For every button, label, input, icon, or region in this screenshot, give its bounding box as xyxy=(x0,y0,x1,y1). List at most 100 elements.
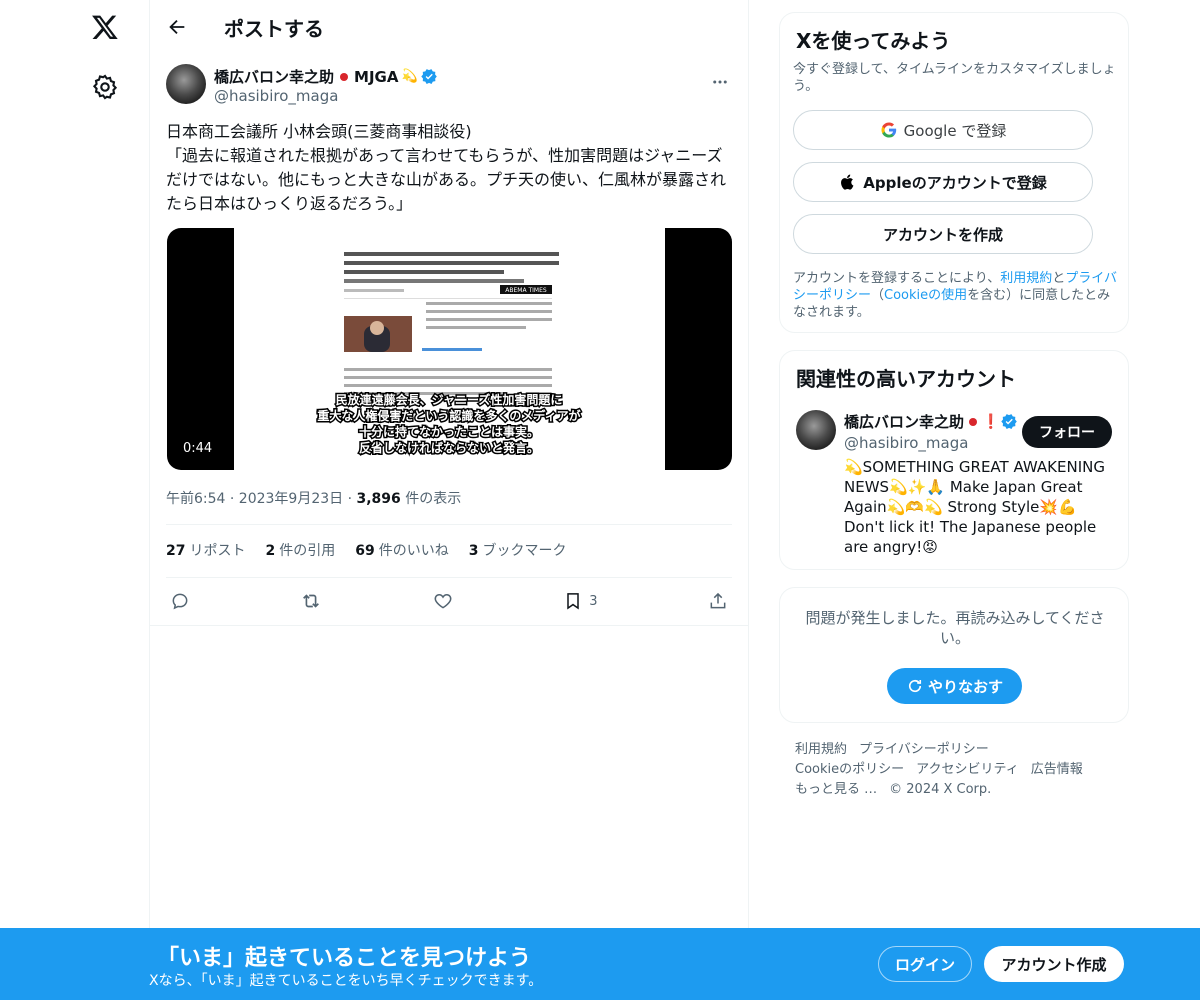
repost-icon xyxy=(303,594,320,608)
top-bar: ポストする xyxy=(150,0,748,54)
post-author: 橋広バロン幸之助 MJGA 💫 @hasibiro_maga xyxy=(166,64,732,108)
google-signup-label: Google で登録 xyxy=(903,121,1007,140)
create-account-button[interactable]: アカウントを作成 xyxy=(793,214,1093,254)
video-brand-label: ABEMA TIMES xyxy=(505,287,547,294)
google-signup-button[interactable]: Google で登録 xyxy=(793,110,1093,150)
like-button[interactable] xyxy=(433,588,453,614)
footer-link-terms[interactable]: 利用規約 xyxy=(795,742,847,757)
views-count: 3,896 xyxy=(356,491,401,507)
retry-label: やりなおす xyxy=(927,677,1003,696)
video-frame: ABEMA TIMES 民放連遠藤会長、ジャニーズ性加害問題に 重大な人権侵害だ… xyxy=(234,228,665,470)
related-bio: 💫SOMETHING GREAT AWAKENING NEWS💫✨🙏 Make … xyxy=(844,458,1105,556)
apple-signup-label: Appleのアカウントで登録 xyxy=(863,173,1047,192)
login-button[interactable]: ログイン xyxy=(878,946,972,982)
post-video[interactable]: ABEMA TIMES 民放連遠藤会長、ジャニーズ性加害問題に 重大な人権侵害だ… xyxy=(167,228,732,470)
footer-link-ads[interactable]: 広告情報 xyxy=(1031,762,1083,777)
verified-badge-icon xyxy=(420,69,437,84)
author-name[interactable]: 橋広バロン幸之助 MJGA 💫 xyxy=(214,66,438,87)
signup-subtitle: 今すぐ登録して、タイムラインをカスタマイズしましょう。 xyxy=(793,62,1116,94)
video-caption-line-1: 民放連遠藤会長、ジャニーズ性加害問題に xyxy=(336,392,563,407)
divider xyxy=(166,524,732,525)
author-display-name: 橋広バロン幸之助 xyxy=(214,68,335,86)
reposts-count: 27 xyxy=(166,543,186,559)
bookmarks-count: 3 xyxy=(468,543,479,559)
japan-flag-icon xyxy=(969,417,978,426)
verified-badge-icon xyxy=(1001,414,1018,429)
legal-text: アカウントを登録することにより、 xyxy=(793,271,1001,286)
terms-link[interactable]: 利用規約 xyxy=(1000,271,1052,286)
post-text: 日本商工会議所 小林会頭(三菱商事相談役) 「過去に報道された根拠があって言わせ… xyxy=(166,122,727,213)
banner-title: 「いま」起きていることを見つけよう xyxy=(157,946,532,971)
more-options-icon[interactable] xyxy=(708,70,732,94)
avatar[interactable] xyxy=(166,64,206,104)
google-icon xyxy=(881,122,896,138)
legal-text: （ xyxy=(871,288,885,303)
copyright: © 2024 X Corp. xyxy=(889,782,992,797)
video-caption-line-2: 重大な人権侵害だという認識を多くのメディアが xyxy=(317,408,580,423)
reposts-stat[interactable]: 27 リポスト xyxy=(166,540,245,560)
share-icon xyxy=(710,592,726,609)
likes-stat[interactable]: 69 件のいいね xyxy=(355,540,448,560)
signup-title: Xを使ってみよう xyxy=(796,29,951,53)
bookmark-action-count: 3 xyxy=(589,593,598,609)
divider xyxy=(166,577,732,578)
author-handle[interactable]: @hasibiro_maga xyxy=(214,87,338,105)
bookmark-icon xyxy=(567,593,580,610)
gear-icon[interactable] xyxy=(91,73,119,101)
legal-text: と xyxy=(1052,271,1066,286)
author-tag: MJGA xyxy=(354,67,399,86)
signup-legal: アカウントを登録することにより、利用規約とプライバシーポリシー（Cookieの使… xyxy=(793,270,1123,321)
repost-button[interactable] xyxy=(300,588,322,614)
video-thumbnail: ABEMA TIMES 民放連遠藤会長、ジャニーズ性加害問題に 重大な人権侵害だ… xyxy=(316,252,582,457)
likes-count: 69 xyxy=(355,543,375,559)
related-avatar[interactable] xyxy=(796,410,836,450)
footer-link-accessibility[interactable]: アクセシビリティ xyxy=(916,762,1019,777)
related-title: 関連性の高いアカウント xyxy=(796,367,1016,391)
apple-signup-button[interactable]: Appleのアカウントで登録 xyxy=(793,162,1093,202)
bookmark-button[interactable]: 3 xyxy=(563,588,598,614)
video-caption-line-4: 反省しなければならないと発言。 xyxy=(359,440,539,455)
exclamation-icon: ❗ xyxy=(982,413,1000,430)
reposts-label: リポスト xyxy=(189,543,246,559)
refresh-icon xyxy=(908,679,922,693)
main-column: ポストする 橋広バロン幸之助 MJGA 💫 @hasibiro_maga 日本商… xyxy=(149,0,749,1000)
error-card: 問題が発生しました。再読み込みしてください。 やりなおす xyxy=(779,587,1129,723)
bookmarks-label: ブックマーク xyxy=(482,543,567,559)
heart-icon xyxy=(434,593,452,609)
banner-subtitle: Xなら、「いま」起きていることをいち早くチェックできます。 xyxy=(149,973,543,989)
quotes-label: 件の引用 xyxy=(279,543,336,559)
related-display-name: 橋広バロン幸之助 xyxy=(844,413,965,431)
reply-button[interactable] xyxy=(170,588,190,614)
retry-button[interactable]: やりなおす xyxy=(887,668,1022,704)
signup-banner: 「いま」起きていることを見つけよう Xなら、「いま」起きていることをいち早くチェ… xyxy=(0,928,1200,1000)
japan-flag-icon xyxy=(340,72,349,81)
back-arrow-icon[interactable] xyxy=(166,16,188,38)
bookmarks-stat[interactable]: 3 ブックマーク xyxy=(469,540,567,560)
post-timestamp[interactable]: 午前6:54 · 2023年9月23日 xyxy=(166,491,343,507)
x-logo-icon[interactable] xyxy=(88,10,122,44)
left-nav xyxy=(0,0,150,1000)
follow-button[interactable]: フォロー xyxy=(1022,416,1112,448)
error-message: 問題が発生しました。再読み込みしてください。 xyxy=(805,609,1105,647)
sparkle-emoji-icon: 💫 xyxy=(401,69,418,84)
signup-card: Xを使ってみよう 今すぐ登録して、タイムラインをカスタマイズしましょう。 Goo… xyxy=(779,12,1129,333)
views-label: 件の表示 xyxy=(405,491,462,507)
footer-link-cookie[interactable]: Cookieのポリシー xyxy=(795,762,904,777)
meta-separator: · xyxy=(347,491,357,507)
related-handle[interactable]: @hasibiro_maga xyxy=(844,434,968,452)
post-meta: 午前6:54 · 2023年9月23日 · 3,896 件の表示 xyxy=(166,488,461,508)
divider xyxy=(150,625,748,626)
share-button[interactable] xyxy=(708,588,728,614)
reply-icon xyxy=(172,593,188,610)
quotes-count: 2 xyxy=(265,543,276,559)
signup-button[interactable]: アカウント作成 xyxy=(984,946,1124,982)
quotes-stat[interactable]: 2 件の引用 xyxy=(265,540,335,560)
create-account-label: アカウントを作成 xyxy=(882,225,1003,244)
video-caption-line-3: 十分に持てなかったことは事実。 xyxy=(359,424,539,439)
post-stats: 27 リポスト 2 件の引用 69 件のいいね 3 ブックマーク xyxy=(166,540,566,560)
related-name[interactable]: 橋広バロン幸之助 ❗ xyxy=(844,411,1018,432)
video-duration: 0:44 xyxy=(183,441,213,456)
footer-link-more[interactable]: もっと見る … xyxy=(795,782,877,797)
cookie-link[interactable]: Cookieの使用 xyxy=(884,288,967,303)
footer-link-privacy[interactable]: プライバシーポリシー xyxy=(859,742,989,757)
